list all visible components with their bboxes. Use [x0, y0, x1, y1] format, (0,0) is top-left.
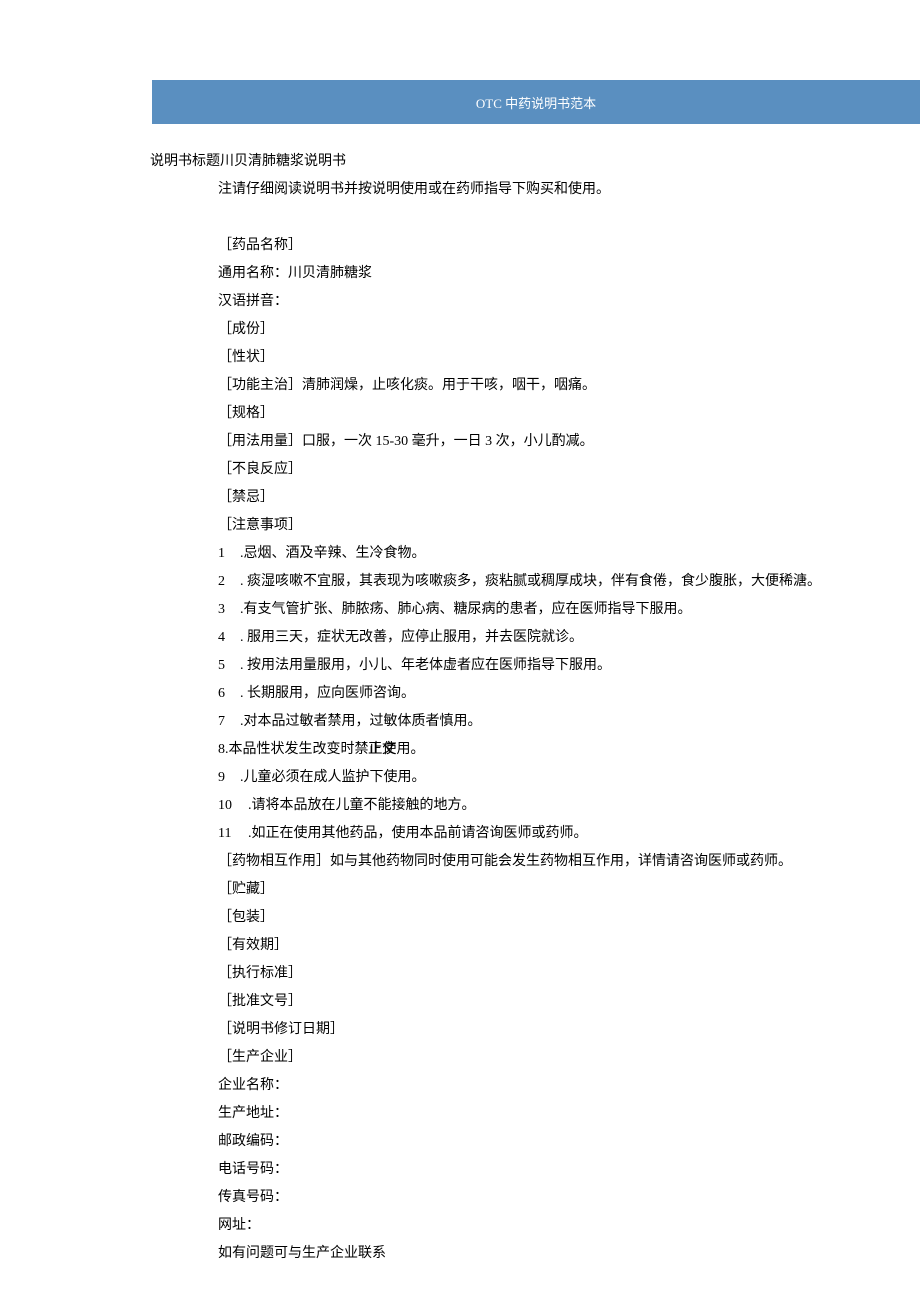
precaution-item-6: 6. 长期服用，应向医师咨询。	[218, 680, 820, 708]
precaution-item-10: 10.请将本品放在儿童不能接触的地方。	[218, 792, 820, 820]
precaution-item-8: 正文 8.本品性状发生改变时禁止使用。	[218, 736, 820, 764]
item-text: . 服用三天，症状无改善，应停止服用，并去医院就诊。	[240, 630, 583, 645]
item-text: . 按用法用量服用，小儿、年老体虚者应在医师指导下服用。	[240, 658, 611, 673]
item-number: 5	[218, 652, 240, 680]
field-adverse: ［不良反应］	[218, 456, 820, 484]
field-website: 网址：	[218, 1212, 820, 1240]
field-interaction: ［药物相互作用］如与其他药物同时使用可能会发生药物相互作用，详情请咨询医师或药师…	[218, 848, 820, 876]
title-text: 川贝清肺糖浆说明书	[220, 154, 346, 169]
precaution-item-11: 11.如正在使用其他药品，使用本品前请咨询医师或药师。	[218, 820, 820, 848]
field-pinyin: 汉语拼音：	[218, 288, 820, 316]
field-package: ［包装］	[218, 904, 820, 932]
precaution-item-9: 9.儿童必须在成人监护下使用。	[218, 764, 820, 792]
content-block: ［药品名称］ 通用名称：川贝清肺糖浆 汉语拼音： ［成份］ ［性状］ ［功能主治…	[218, 232, 820, 1268]
field-validity: ［有效期］	[218, 932, 820, 960]
field-approval: ［批准文号］	[218, 988, 820, 1016]
item-text: .有支气管扩张、肺脓疡、肺心病、糖尿病的患者，应在医师指导下服用。	[240, 602, 692, 617]
field-address: 生产地址：	[218, 1100, 820, 1128]
item-text: .请将本品放在儿童不能接触的地方。	[248, 798, 476, 813]
item-number: 6	[218, 680, 240, 708]
item-number: 9	[218, 764, 240, 792]
field-spec: ［规格］	[218, 400, 820, 428]
item-text: .对本品过敏者禁用，过敏体质者慎用。	[240, 714, 482, 729]
sub-row: 注请仔细阅读说明书并按说明使用或在药师指导下购买和使用。	[218, 178, 610, 198]
field-revision: ［说明书修订日期］	[218, 1016, 820, 1044]
precaution-item-5: 5. 按用法用量服用，小儿、年老体虚者应在医师指导下服用。	[218, 652, 820, 680]
field-indication: ［功能主治］清肺润燥，止咳化痰。用于干咳，咽干，咽痛。	[218, 372, 820, 400]
title-label: 说明书标题	[150, 154, 220, 169]
field-character: ［性状］	[218, 344, 820, 372]
precaution-item-4: 4. 服用三天，症状无改善，应停止服用，并去医院就诊。	[218, 624, 820, 652]
field-company-name: 企业名称：	[218, 1072, 820, 1100]
field-dosage: ［用法用量］口服，一次 15-30 毫升，一日 3 次，小儿酌减。	[218, 428, 820, 456]
field-generic-name: 通用名称：川贝清肺糖浆	[218, 260, 820, 288]
item-number: 7	[218, 708, 240, 736]
precaution-item-3: 3.有支气管扩张、肺脓疡、肺心病、糖尿病的患者，应在医师指导下服用。	[218, 596, 820, 624]
field-drug-name: ［药品名称］	[218, 232, 820, 260]
precaution-item-7: 7.对本品过敏者禁用，过敏体质者慎用。	[218, 708, 820, 736]
title-row: 说明书标题川贝清肺糖浆说明书	[150, 150, 346, 170]
field-contra: ［禁忌］	[218, 484, 820, 512]
precaution-item-2: 2. 痰湿咳嗽不宜服，其表现为咳嗽痰多，痰粘腻或稠厚成块，伴有食倦，食少腹胀，大…	[218, 568, 820, 596]
field-precautions: ［注意事项］	[218, 512, 820, 540]
precaution-item-1: 1.忌烟、酒及辛辣、生冷食物。	[218, 540, 820, 568]
item-text: . 痰湿咳嗽不宜服，其表现为咳嗽痰多，痰粘腻或稠厚成块，伴有食倦，食少腹胀，大便…	[240, 574, 821, 589]
field-standard: ［执行标准］	[218, 960, 820, 988]
body-label: 正文	[368, 736, 396, 764]
item-number: 3	[218, 596, 240, 624]
field-postcode: 邮政编码：	[218, 1128, 820, 1156]
item-text: . 长期服用，应向医师咨询。	[240, 686, 415, 701]
sub-label: 注	[218, 182, 232, 197]
item-number: 1	[218, 540, 240, 568]
item-number: 10	[218, 792, 248, 820]
item-number: 4	[218, 624, 240, 652]
item-text: .如正在使用其他药品，使用本品前请咨询医师或药师。	[248, 826, 588, 841]
banner-header: OTC 中药说明书范本	[152, 80, 920, 124]
item-text: .儿童必须在成人监护下使用。	[240, 770, 426, 785]
banner-text: OTC 中药说明书范本	[476, 93, 596, 112]
item-number: 11	[218, 820, 248, 848]
field-manufacturer: ［生产企业］	[218, 1044, 820, 1072]
field-phone: 电话号码：	[218, 1156, 820, 1184]
item-text: .忌烟、酒及辛辣、生冷食物。	[240, 546, 426, 561]
sub-text: 请仔细阅读说明书并按说明使用或在药师指导下购买和使用。	[232, 182, 610, 197]
field-fax: 传真号码：	[218, 1184, 820, 1212]
field-storage: ［贮藏］	[218, 876, 820, 904]
item-number: 2	[218, 568, 240, 596]
field-ingredients: ［成份］	[218, 316, 820, 344]
field-contact-note: 如有问题可与生产企业联系	[218, 1240, 820, 1268]
